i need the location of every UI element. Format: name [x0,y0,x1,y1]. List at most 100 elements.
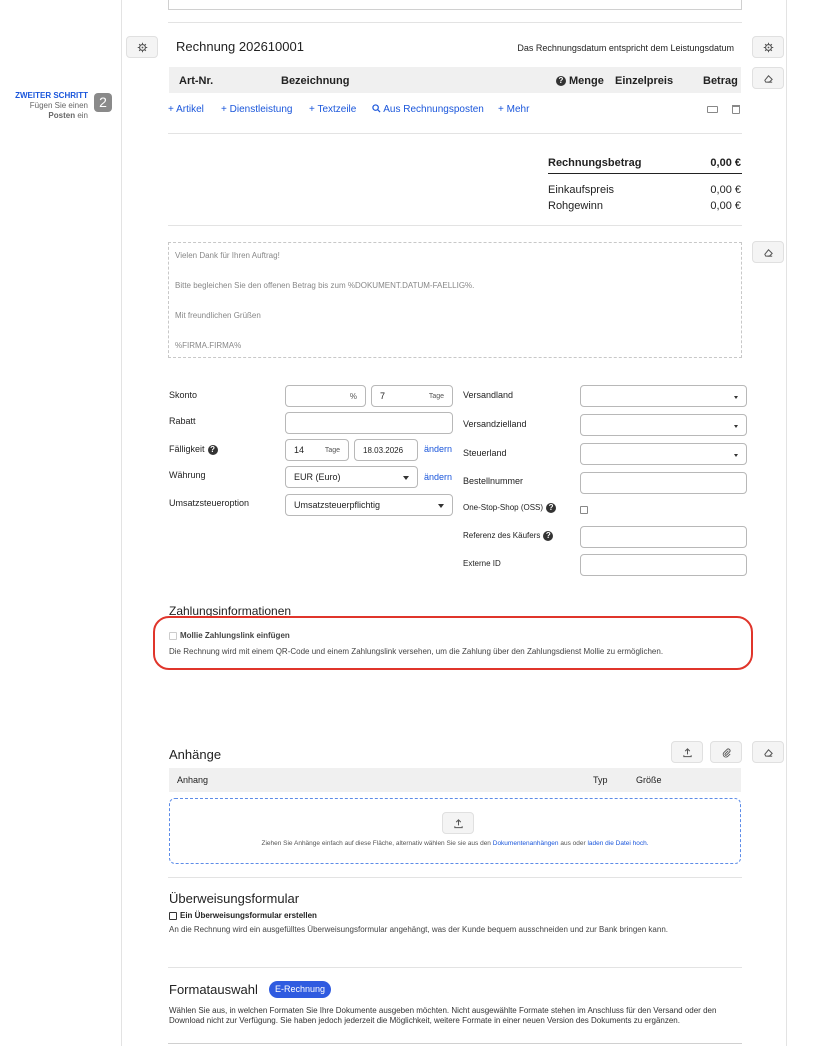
oss-label: One-Stop-Shop (OSS)? [463,503,557,513]
col-description: Bezeichnung [281,75,350,87]
divider [168,22,742,23]
trash-icon[interactable] [732,105,740,114]
due-days-input[interactable]: 14 Tage [285,439,349,461]
help-icon[interactable]: ? [207,444,218,455]
step-number-badge: 2 [94,93,112,112]
document-attachments-link[interactable]: Dokumentenanhängen [493,840,559,847]
step-bold: Posten [48,111,76,120]
divider [168,967,742,968]
due-date-input[interactable]: 18.03.2026 [354,439,418,461]
attach-document-button[interactable] [710,741,742,763]
transfer-heading: Überweisungsformular [169,891,300,906]
help-icon[interactable]: ? [556,76,566,87]
transfer-checkbox[interactable] [169,911,177,920]
dropzone-upload-button[interactable] [442,812,474,834]
shipping-country-select[interactable] [580,385,747,407]
col-unit-price: Einzelpreis [615,75,674,87]
content-left-border [121,0,122,1046]
steuerland-label: Steuerland [463,448,507,458]
settings-button-left[interactable] [126,36,158,58]
mollie-option[interactable]: Mollie Zahlungslink einfügen [169,631,290,640]
e-invoice-badge: E-Rechnung [269,981,332,998]
footer-line: Bitte begleichen Sie den offenen Betrag … [175,281,475,290]
mollie-description: Die Rechnung wird mit einem QR-Code und … [169,647,664,656]
search-icon [372,104,381,113]
tax-country-select[interactable] [580,443,747,465]
footer-line: %FIRMA.FIRMA% [175,341,242,350]
versandzielland-label: Versandzielland [463,419,527,429]
invoice-title: Rechnung 202610001 [176,39,304,54]
col-attachment: Anhang [177,775,209,785]
footer-text-editor[interactable]: Vielen Dank für Ihren Auftrag! Bitte beg… [168,242,742,358]
order-number-input[interactable] [580,472,747,494]
format-description: Wählen Sie aus, in welchen Formaten Sie … [169,1006,717,1025]
erase-text-button[interactable] [752,241,784,263]
paperclip-icon [722,747,731,758]
erase-attachments-button[interactable] [752,741,784,763]
destination-country-select[interactable] [580,414,747,436]
help-icon[interactable]: ? [543,531,554,541]
upload-icon [453,818,463,828]
step-title: ZWEITER SCHRITT [15,91,88,100]
settings-button-right[interactable] [752,36,784,58]
keyboard-icon[interactable] [707,106,718,113]
invoice-date-note: Das Rechnungsdatum entspricht dem Leistu… [517,43,734,53]
upload-icon [682,747,692,757]
col-artnr: Art-Nr. [179,75,214,87]
gross-profit-value: 0,00 € [710,200,741,212]
waehrung-label: Währung [169,470,206,480]
step-text: Fügen Sie einen [29,101,88,110]
total-value: 0,00 € [710,157,741,169]
add-textline-link[interactable]: + Textzeile [309,104,356,115]
help-icon[interactable]: ? [546,503,557,513]
add-service-link[interactable]: + Dienstleistung [221,104,292,115]
versandland-label: Versandland [463,390,514,400]
add-from-invoice-items-link[interactable]: Aus Rechnungsposten [372,104,484,115]
buyer-reference-input[interactable] [580,526,747,548]
due-change-link[interactable]: ändern [424,444,452,454]
step-rest: ein [77,111,88,120]
vat-option-select[interactable]: Umsatzsteuerpflichtig [285,494,453,516]
currency-change-link[interactable]: ändern [424,472,452,482]
currency-select[interactable]: EUR (Euro) [285,466,418,488]
skonto-percent-input[interactable]: % [285,385,366,407]
chevron-down-icon [403,476,409,480]
eraser-icon [763,748,773,757]
top-box-bottom [168,9,742,10]
footer-line: Vielen Dank für Ihren Auftrag! [175,251,280,260]
add-article-link[interactable]: + Artikel [168,104,204,115]
divider [168,133,742,134]
divider [168,225,742,226]
attachments-heading: Anhänge [169,747,222,762]
chevron-down-icon [438,504,444,508]
transfer-description: An die Rechnung wird ein ausgefülltes Üb… [169,925,668,934]
oss-checkbox[interactable] [580,506,588,514]
skonto-days-input[interactable]: 7 Tage [371,385,453,407]
gear-icon [137,42,147,52]
externe-id-label: Externe ID [463,559,501,568]
purchase-price-label: Einkaufspreis [548,184,615,196]
faelligkeit-label: Fälligkeit? [169,444,218,455]
add-more-link[interactable]: + Mehr [498,104,529,115]
divider [168,877,742,878]
top-box-left [168,0,169,9]
col-size: Größe [636,775,662,785]
transfer-option[interactable]: Ein Überweisungsformular erstellen [169,911,317,920]
mollie-checkbox[interactable] [169,631,177,640]
content-right-border [786,0,787,1046]
chevron-down-icon [734,454,738,457]
total-label: Rechnungsbetrag [548,157,642,169]
eraser-icon [763,74,773,83]
total-underline [548,173,742,174]
gear-icon [763,42,773,52]
dropzone-text: Ziehen Sie Anhänge einfach auf diese Flä… [261,840,649,847]
rabatt-input[interactable] [285,412,453,434]
referenz-label: Referenz des Käufers? [463,531,554,541]
upload-attachment-button[interactable] [671,741,703,763]
erase-items-button[interactable] [752,67,784,89]
gross-profit-label: Rohgewinn [548,200,604,212]
purchase-price-value: 0,00 € [710,184,741,196]
upload-file-link[interactable]: laden die Datei hoch. [587,840,648,847]
top-box-right [741,0,742,9]
external-id-input[interactable] [580,554,747,576]
